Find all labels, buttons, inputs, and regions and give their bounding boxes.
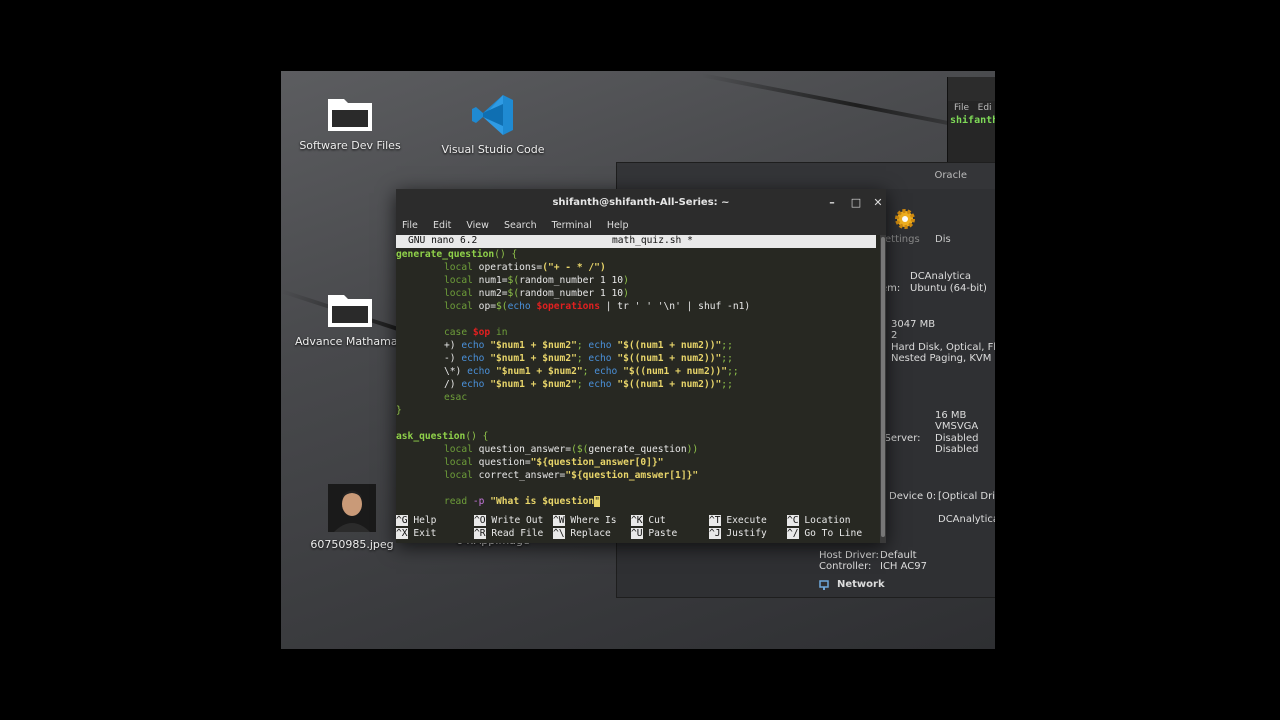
shortcut-read-file[interactable]: ^R Read File <box>474 527 543 540</box>
code-line[interactable]: read -p "What is $question" <box>444 495 600 508</box>
text-cursor: " <box>594 496 600 507</box>
graphics-controller-value: VMSVGA <box>935 421 979 432</box>
code-line[interactable]: +) echo "$num1 + $num2"; echo "$((num1 +… <box>444 339 733 352</box>
minimize-icon[interactable]: – <box>820 189 844 217</box>
code-line[interactable]: local op=$(echo $operations | tr ' ' '\n… <box>444 300 750 313</box>
menu-terminal[interactable]: Terminal <box>552 217 592 235</box>
shortcut-replace[interactable]: ^\ Replace <box>553 527 611 540</box>
terminal-scrollbar[interactable] <box>880 235 886 543</box>
cpu-value: 2 <box>891 330 898 341</box>
shortcut-cut[interactable]: ^K Cut <box>631 514 666 527</box>
audio-host-driver-value: Default <box>880 550 917 561</box>
network-icon <box>819 579 831 594</box>
nano-header: GNU nano 6.2 math_quiz.sh * <box>396 235 876 248</box>
memory-value: 3047 MB <box>891 319 936 330</box>
shortcut-write-out[interactable]: ^O Write Out <box>474 514 543 527</box>
code-line[interactable]: local num1=$(random_number 1 10) <box>444 274 629 287</box>
vm-name-value: DCAnalytica <box>910 271 972 282</box>
shortcut-where-is[interactable]: ^W Where Is <box>553 514 617 527</box>
storage-device-label: Device 0: <box>889 491 937 502</box>
vscode-icon <box>471 93 515 137</box>
folder-icon <box>326 289 374 329</box>
code-line[interactable]: \*) echo "$num1 + $num2"; echo "$((num1 … <box>444 365 739 378</box>
audio-controller-value: ICH AC97 <box>880 561 928 572</box>
shortcut-execute[interactable]: ^T Execute <box>709 514 767 527</box>
terminal-titlebar[interactable]: shifanth@shifanth-All-Series: ~ – □ ✕ <box>396 189 886 217</box>
boot-order-value: Hard Disk, Optical, Flop <box>891 342 995 353</box>
audio-controller-label: Controller: <box>819 561 872 572</box>
code-line[interactable]: } <box>396 404 402 417</box>
menu-help[interactable]: Help <box>607 217 629 235</box>
window-title: Oracle <box>617 163 995 189</box>
os-value: Ubuntu (64-bit) <box>910 283 987 294</box>
terminal-window[interactable]: shifanth@shifanth-All-Series: ~ – □ ✕ Fi… <box>396 189 886 543</box>
scrollbar-thumb[interactable] <box>881 237 885 537</box>
video-memory-value: 16 MB <box>935 410 967 421</box>
toolbar-discard-label[interactable]: Dis <box>935 234 951 245</box>
nano-editor[interactable]: GNU nano 6.2 math_quiz.sh * generate_que… <box>396 235 880 543</box>
shortcut-go-to-line[interactable]: ^/ Go To Line <box>787 527 862 540</box>
code-line[interactable]: local question="${question_answer[0]}" <box>444 456 664 469</box>
menu-edit[interactable]: Edi <box>978 103 992 113</box>
menu-view[interactable]: View <box>466 217 489 235</box>
audio-host-driver-label: Host Driver: <box>819 550 879 561</box>
nano-filename: math_quiz.sh * <box>612 235 693 246</box>
terminal-title: shifanth@shifanth-All-Series: ~ <box>552 197 730 208</box>
code-line[interactable]: local question_answer=($(generate_questi… <box>444 443 698 456</box>
code-line[interactable]: local correct_answer="${question_amswer[… <box>444 469 698 482</box>
shell-prompt: shifanth <box>950 115 995 126</box>
menu-file[interactable]: File <box>402 217 418 235</box>
settings-icon[interactable] <box>893 207 917 234</box>
storage-extra-value: DCAnalytica. <box>938 514 995 525</box>
shortcut-exit[interactable]: ^X Exit <box>396 527 436 540</box>
nano-version: GNU nano 6.2 <box>408 235 478 246</box>
recording-value: Disabled <box>935 444 979 455</box>
shortcut-location[interactable]: ^C Location <box>787 514 851 527</box>
code-line[interactable]: local num2=$(random_number 1 10) <box>444 287 629 300</box>
shortcut-help[interactable]: ^G Help <box>396 514 436 527</box>
acceleration-value: Nested Paging, KVM Pa <box>891 353 995 364</box>
code-line[interactable]: ask_question() { <box>396 430 488 443</box>
menu-file[interactable]: File <box>954 103 969 113</box>
code-line[interactable]: esac <box>444 391 467 404</box>
remote-server-value: Disabled <box>935 433 979 444</box>
desktop-icon-visual-studio-code[interactable]: Visual Studio Code <box>433 93 553 156</box>
code-line[interactable]: -) echo "$num1 + $num2"; echo "$((num1 +… <box>444 352 733 365</box>
code-line[interactable]: /) echo "$num1 + $num2"; echo "$((num1 +… <box>444 378 733 391</box>
terminal-menubar: File Edit View Search Terminal Help <box>396 217 886 235</box>
shortcut-justify[interactable]: ^J Justify <box>709 527 767 540</box>
desktop: Software Dev Files Visual Studio Code Ad… <box>281 71 995 649</box>
storage-device-value: [Optical Drive <box>938 491 995 502</box>
code-line[interactable]: case $op in <box>444 326 508 339</box>
folder-icon <box>326 93 374 133</box>
code-line[interactable]: generate_question() { <box>396 248 517 261</box>
toolbar-settings-label[interactable]: ettings <box>885 234 920 245</box>
shortcut-paste[interactable]: ^U Paste <box>631 527 677 540</box>
photo-thumbnail <box>328 484 376 532</box>
code-line[interactable]: local operations=("+ - * /") <box>444 261 606 274</box>
menu-search[interactable]: Search <box>504 217 537 235</box>
menu-edit[interactable]: Edit <box>433 217 451 235</box>
desktop-icon-software-dev-files[interactable]: Software Dev Files <box>290 93 410 152</box>
desktop-icon-photo[interactable]: 60750985.jpeg <box>292 484 412 551</box>
maximize-icon[interactable]: □ <box>844 189 868 217</box>
network-heading[interactable]: Network <box>837 579 885 590</box>
desktop-icon-advance-mathamatics[interactable]: Advance Mathamati <box>290 289 410 348</box>
close-icon[interactable]: ✕ <box>866 189 890 217</box>
